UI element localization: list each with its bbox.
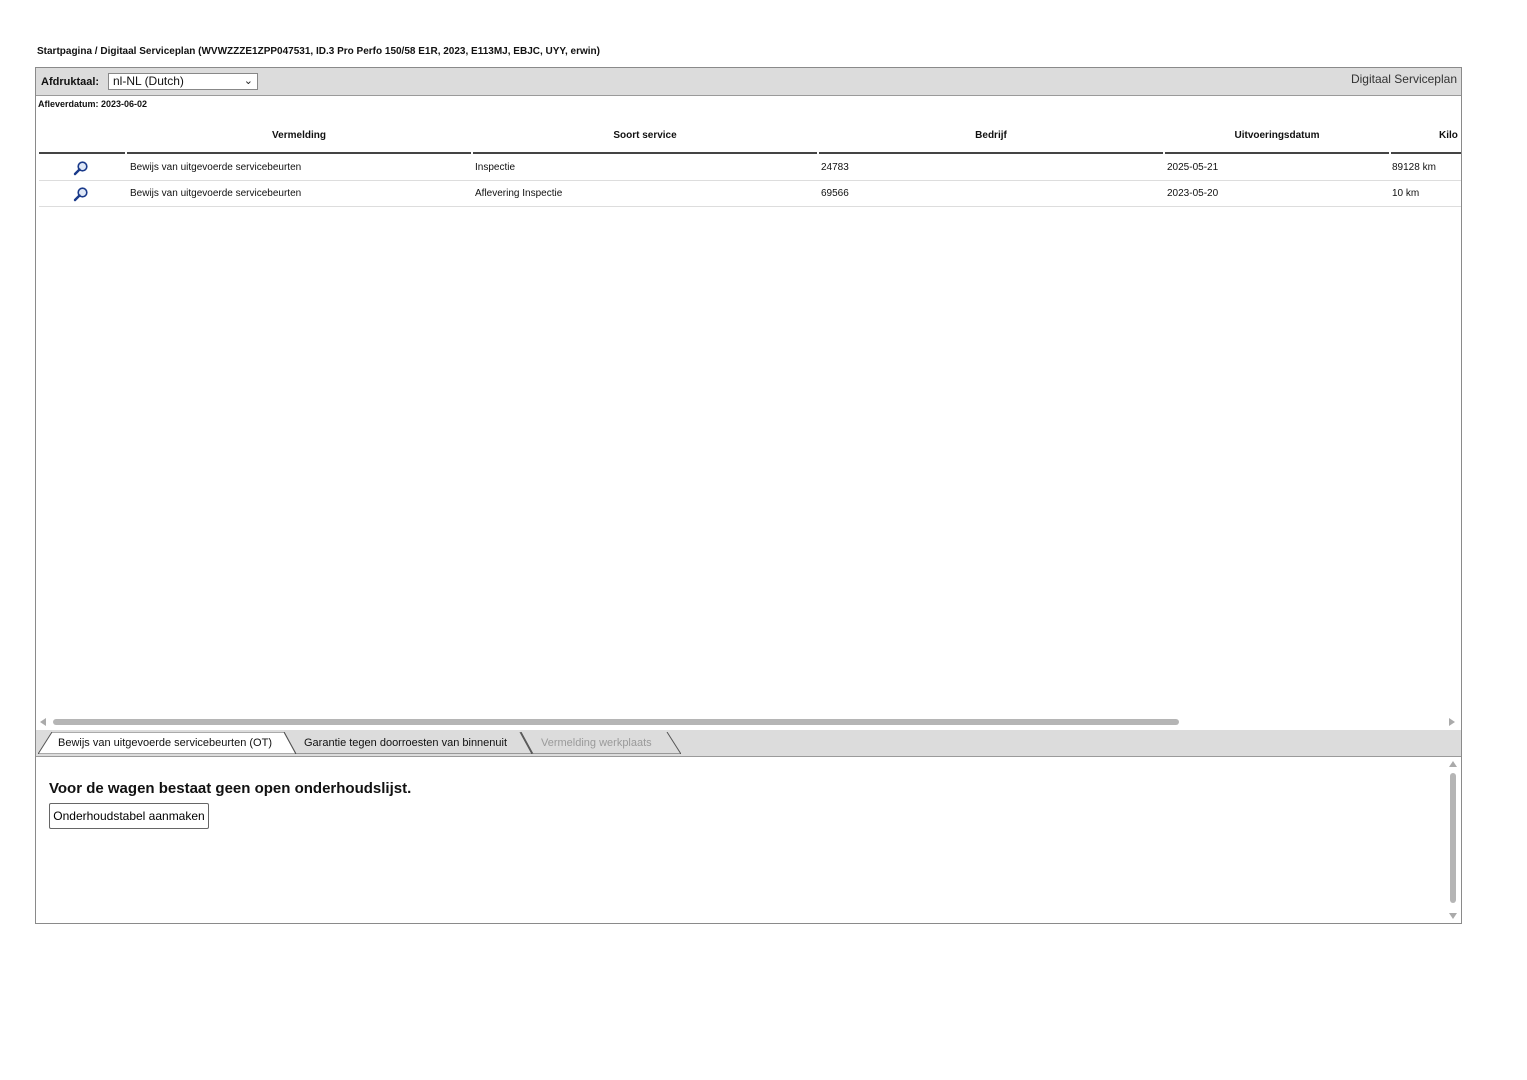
table-row[interactable]: Bewijs van uitgevoerde servicebeurten In… xyxy=(39,155,1461,181)
cell-bedrijf: 24783 xyxy=(821,162,849,173)
breadcrumb: Startpagina / Digitaal Serviceplan (WVWZ… xyxy=(37,46,600,57)
toolbar: Afdruktaal: nl-NL (Dutch) ⌄ Digitaal Ser… xyxy=(36,68,1461,96)
scroll-up-icon[interactable] xyxy=(1449,761,1457,767)
cell-soort-service: Inspectie xyxy=(475,162,516,173)
app-title: Digitaal Serviceplan xyxy=(1350,72,1457,86)
no-maintenance-list-message: Voor de wagen bestaat geen open onderhou… xyxy=(49,780,412,797)
create-maintenance-table-button[interactable]: Onderhoudstabel aanmaken xyxy=(49,803,209,829)
tab-servicebeurten[interactable]: Bewijs van uitgevoerde servicebeurten (O… xyxy=(38,732,296,754)
tab-vermelding-werkplaats[interactable]: Vermelding werkplaats xyxy=(521,732,681,754)
print-language-value: nl-NL (Dutch) xyxy=(113,74,184,88)
print-language-label: Afdruktaal: xyxy=(41,76,100,88)
tab-bar: Bewijs van uitgevoerde servicebeurten (O… xyxy=(36,730,1461,757)
cell-uitvoeringsdatum: 2025-05-21 xyxy=(1167,162,1219,173)
delivery-date: Afleverdatum: 2023-06-02 xyxy=(38,99,148,109)
service-plan-panel: Afdruktaal: nl-NL (Dutch) ⌄ Digitaal Ser… xyxy=(35,67,1462,924)
maintenance-panel: Voor de wagen bestaat geen open onderhou… xyxy=(36,757,1461,923)
scroll-right-icon[interactable] xyxy=(1449,718,1455,726)
column-header-icon xyxy=(39,118,125,154)
cell-bedrijf: 69566 xyxy=(821,188,849,199)
cell-vermelding: Bewijs van uitgevoerde servicebeurten xyxy=(130,162,302,173)
cell-soort-service: Aflevering Inspectie xyxy=(475,188,563,199)
chevron-down-icon: ⌄ xyxy=(243,75,253,87)
cell-uitvoeringsdatum: 2023-05-20 xyxy=(1167,188,1219,199)
tab-doorroesten-label: Garantie tegen doorroesten van binnenuit xyxy=(304,737,508,749)
cell-kilometerstand: 89128 km xyxy=(1392,162,1436,173)
table-row[interactable]: Bewijs van uitgevoerde servicebeurten Af… xyxy=(39,181,1461,207)
print-language-select[interactable]: nl-NL (Dutch) ⌄ xyxy=(108,73,258,90)
service-table: Vermelding Soort service Bedrijf Uitvoer… xyxy=(39,118,1461,718)
column-header-uitvoeringsdatum[interactable]: Uitvoeringsdatum xyxy=(1165,118,1389,154)
cell-kilometerstand: 10 km xyxy=(1392,188,1420,199)
scroll-down-icon[interactable] xyxy=(1449,913,1457,919)
vertical-scroll-thumb[interactable] xyxy=(1450,773,1456,903)
horizontal-scroll-thumb[interactable] xyxy=(53,719,1179,725)
magnifier-icon[interactable] xyxy=(73,186,89,202)
column-header-kilometerstand[interactable]: Kilo xyxy=(1391,118,1461,154)
tab-vermelding-werkplaats-label: Vermelding werkplaats xyxy=(541,737,652,749)
magnifier-icon[interactable] xyxy=(73,160,89,176)
tab-doorroesten[interactable]: Garantie tegen doorroesten van binnenuit xyxy=(284,732,532,754)
tab-servicebeurten-label: Bewijs van uitgevoerde servicebeurten (O… xyxy=(58,737,272,749)
horizontal-scrollbar[interactable] xyxy=(36,715,1461,729)
column-header-vermelding[interactable]: Vermelding xyxy=(127,118,471,154)
cell-vermelding: Bewijs van uitgevoerde servicebeurten xyxy=(130,188,302,199)
scroll-left-icon[interactable] xyxy=(40,718,46,726)
vertical-scrollbar[interactable] xyxy=(1447,761,1459,919)
column-header-bedrijf[interactable]: Bedrijf xyxy=(819,118,1163,154)
column-header-soort-service[interactable]: Soort service xyxy=(473,118,817,154)
